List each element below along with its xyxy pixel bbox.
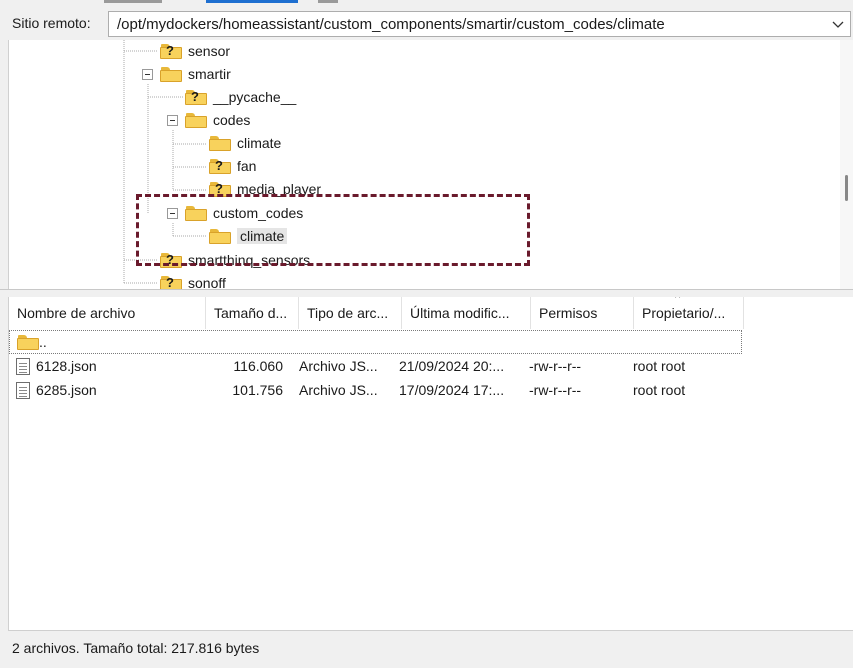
- pane-splitter[interactable]: [0, 289, 853, 297]
- file-name-cell: 6128.json: [9, 357, 199, 375]
- chevron-down-icon[interactable]: [828, 14, 848, 34]
- file-modified: 21/09/2024 20:...: [399, 358, 505, 374]
- parent-directory-row[interactable]: ..: [9, 330, 742, 354]
- tree-item-codes[interactable]: codes: [185, 110, 250, 130]
- parent-directory-cell: ..: [10, 334, 200, 350]
- tree-item-fan[interactable]: ? fan: [209, 156, 256, 176]
- file-name: 6285.json: [36, 382, 97, 398]
- folder-icon: [185, 112, 207, 128]
- tree-item-label: codes: [213, 112, 251, 128]
- tree-item-label: fan: [237, 158, 257, 174]
- parent-directory-label: ..: [39, 334, 47, 350]
- file-modified: 17/09/2024 17:...: [399, 382, 505, 398]
- unknown-folder-icon: ?: [160, 43, 182, 59]
- file-type: Archivo JS...: [299, 382, 378, 398]
- status-bar: 2 archivos. Tamaño total: 217.816 bytes: [8, 630, 853, 668]
- sort-up-icon: ^: [675, 297, 681, 304]
- file-size: 101.756: [232, 382, 283, 398]
- remote-site-bar: Sitio remoto: /opt/mydockers/homeassista…: [0, 8, 853, 40]
- tree-item-label: sensor: [188, 43, 231, 59]
- tree-item-label: sonoff: [188, 275, 226, 289]
- tree-item-codes-climate[interactable]: climate: [209, 133, 281, 153]
- file-owner: root root: [633, 382, 686, 398]
- file-icon: [16, 357, 30, 375]
- highlight-annotation: [136, 194, 530, 266]
- tree-item-label: __pycache__: [213, 89, 297, 105]
- file-list-header: Nombre de archivo Tamaño d... Tipo de ar…: [9, 297, 744, 329]
- remote-path-value[interactable]: /opt/mydockers/homeassistant/custom_comp…: [117, 16, 665, 33]
- column-header-modified[interactable]: Última modific...: [402, 297, 531, 329]
- column-header-permissions[interactable]: Permisos: [531, 297, 634, 329]
- tree-item-pycache[interactable]: ? __pycache__: [185, 87, 296, 107]
- tree-item-smartir[interactable]: smartir: [160, 64, 231, 84]
- status-text: 2 archivos. Tamaño total: 217.816 bytes: [12, 640, 260, 656]
- folder-icon: [17, 334, 39, 350]
- file-type: Archivo JS...: [299, 358, 378, 374]
- unknown-folder-icon: ?: [209, 158, 231, 174]
- table-row[interactable]: 6128.json 116.060 Archivo JS... 21/09/20…: [9, 354, 735, 378]
- unknown-folder-icon: ?: [185, 89, 207, 105]
- collapse-toggle[interactable]: [167, 115, 178, 126]
- column-header-size[interactable]: Tamaño d...: [206, 297, 299, 329]
- file-size: 116.060: [233, 358, 283, 374]
- file-owner: root root: [633, 358, 686, 374]
- file-permissions: -rw-r--r--: [529, 358, 582, 374]
- table-row[interactable]: 6285.json 101.756 Archivo JS... 17/09/20…: [9, 378, 735, 402]
- toolbar-strip: [0, 0, 853, 8]
- toolbar-fragment: [206, 0, 298, 3]
- remote-site-label: Sitio remoto:: [12, 15, 91, 31]
- tree-item-label: climate: [237, 135, 282, 151]
- collapse-toggle[interactable]: [142, 69, 153, 80]
- tree-scrollbar[interactable]: [840, 40, 853, 289]
- file-name: 6128.json: [36, 358, 97, 374]
- column-header-owner-label: Propietario/...: [642, 305, 726, 321]
- column-header-owner[interactable]: Propietario/... ^: [634, 297, 744, 329]
- file-icon: [16, 381, 30, 399]
- file-name-cell: 6285.json: [9, 381, 199, 399]
- folder-icon: [160, 66, 182, 82]
- file-permissions: -rw-r--r--: [529, 382, 582, 398]
- unknown-folder-icon: ?: [160, 275, 182, 289]
- column-header-name[interactable]: Nombre de archivo: [9, 297, 206, 329]
- folder-icon: [209, 135, 231, 151]
- remote-path-combobox[interactable]: /opt/mydockers/homeassistant/custom_comp…: [108, 11, 851, 37]
- tree-scrollbar-thumb[interactable]: [845, 175, 848, 201]
- tree-item-sensor[interactable]: ? sensor: [160, 41, 230, 61]
- remote-file-list[interactable]: Nombre de archivo Tamaño d... Tipo de ar…: [8, 297, 853, 630]
- tree-item-sonoff[interactable]: ? sonoff: [160, 273, 226, 289]
- tree-item-label: smartir: [188, 66, 231, 82]
- toolbar-fragment: [104, 0, 162, 3]
- column-header-type[interactable]: Tipo de arc...: [299, 297, 402, 329]
- toolbar-fragment: [318, 0, 338, 3]
